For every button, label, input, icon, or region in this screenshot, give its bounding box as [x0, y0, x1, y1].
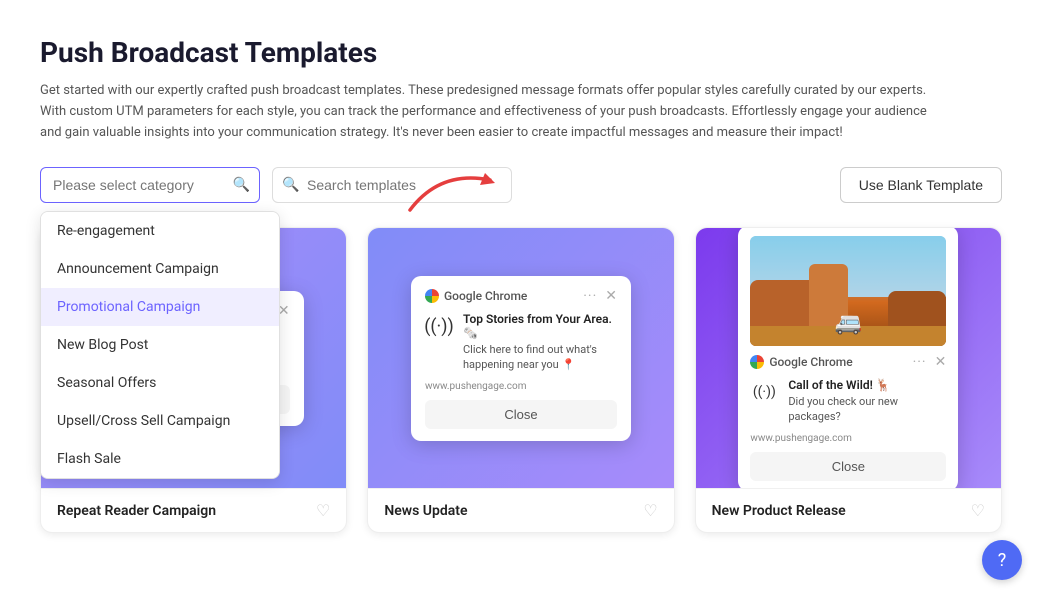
card-label-3: New Product Release [712, 503, 846, 519]
notification-popup-2: Google Chrome ··· ✕ ((·)) Top Stories fr… [411, 276, 631, 441]
card-preview-2: Google Chrome ··· ✕ ((·)) Top Stories fr… [368, 228, 673, 488]
notif-body-2: Click here to find out what's happening … [463, 342, 617, 373]
notif-url-3: www.pushengage.com [750, 433, 946, 444]
notif-title-2: Top Stories from Your Area. 🗞️ [463, 312, 617, 340]
notif-url-2: www.pushengage.com [425, 381, 617, 392]
notif-close-icon-3[interactable]: ✕ [935, 354, 947, 370]
wifi-icon-3: ((·)) [750, 378, 778, 406]
dropdown-item-newblog[interactable]: New Blog Post [41, 326, 279, 364]
notif-dots-2: ··· [583, 288, 597, 304]
dropdown-item-announcement[interactable]: Announcement Campaign [41, 250, 279, 288]
category-dropdown: Re-engagement Announcement Campaign Prom… [40, 211, 280, 479]
wifi-icon-2: ((·)) [425, 312, 453, 340]
notification-popup-3: 🚐 Google Chrome ··· ✕ ( [738, 228, 958, 488]
dropdown-item-promotional[interactable]: Promotional Campaign [41, 288, 279, 326]
card-new-product: 🚐 Google Chrome ··· ✕ ( [695, 227, 1002, 533]
page-title: Push Broadcast Templates [40, 36, 1002, 69]
card-label-1: Repeat Reader Campaign [57, 503, 216, 519]
category-select-input[interactable] [40, 167, 260, 203]
card-news-update: Google Chrome ··· ✕ ((·)) Top Stories fr… [367, 227, 674, 533]
heart-icon-1[interactable]: ♡ [316, 501, 330, 520]
search-input[interactable] [272, 167, 512, 203]
dropdown-item-seasonal[interactable]: Seasonal Offers [41, 364, 279, 402]
notif-brand-3: Google Chrome [750, 355, 852, 369]
card-preview-3: 🚐 Google Chrome ··· ✕ ( [696, 228, 1001, 488]
card-footer-1: Repeat Reader Campaign ♡ [41, 488, 346, 532]
card-footer-2: News Update ♡ [368, 488, 673, 532]
notif-dots-3: ··· [913, 354, 927, 370]
card-footer-3: New Product Release ♡ [696, 488, 1001, 532]
notif-close-icon-2[interactable]: ✕ [605, 288, 617, 304]
controls-row: 🔍 Re-engagement Announcement Campaign Pr… [40, 167, 1002, 203]
notif-title-3: Call of the Wild! 🦌 [788, 378, 946, 392]
page-description: Get started with our expertly crafted pu… [40, 81, 940, 143]
search-wrapper: 🔍 [272, 167, 512, 203]
help-button[interactable]: ? [982, 540, 1022, 580]
heart-icon-2[interactable]: ♡ [643, 501, 657, 520]
notif-brand-2: Google Chrome [425, 289, 527, 303]
notif-close-button-3[interactable]: Close [750, 452, 946, 481]
chrome-icon-2 [425, 289, 439, 303]
notif-close-button-2[interactable]: Close [425, 400, 617, 429]
blank-template-button[interactable]: Use Blank Template [840, 167, 1002, 203]
category-select-wrapper: 🔍 Re-engagement Announcement Campaign Pr… [40, 167, 260, 203]
van-icon: 🚐 [835, 311, 862, 336]
page-container: Push Broadcast Templates Get started wit… [0, 0, 1042, 600]
dropdown-item-flashsale[interactable]: Flash Sale [41, 440, 279, 478]
heart-icon-3[interactable]: ♡ [971, 501, 985, 520]
desert-image: 🚐 [750, 236, 946, 346]
notif-body-3: Did you check our new packages? [788, 394, 946, 425]
dropdown-item-reengagement[interactable]: Re-engagement [41, 212, 279, 250]
dropdown-item-upsell[interactable]: Upsell/Cross Sell Campaign [41, 402, 279, 440]
card-label-2: News Update [384, 503, 467, 519]
chrome-icon-3 [750, 355, 764, 369]
